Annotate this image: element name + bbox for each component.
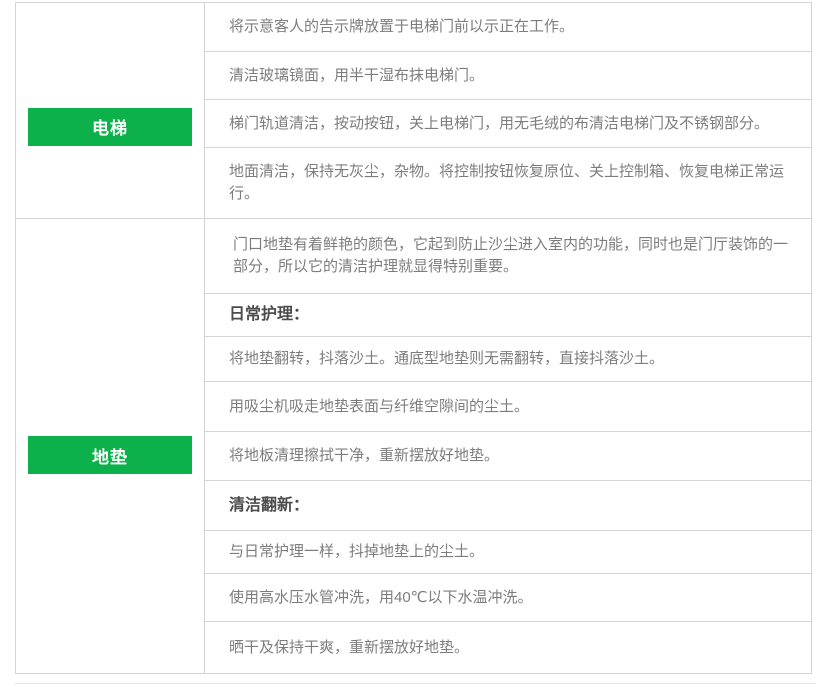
floor-mat-label-badge: 地垫 [28, 436, 192, 474]
subheading-text: 清洁翻新： [229, 495, 309, 517]
section-floor-mat: 地垫 门口地垫有着鲜艳的颜色，它起到防止沙尘进入室内的功能，同时也是门厅装饰的一… [16, 219, 811, 673]
step-text: 将地垫翻转，抖落沙土。通底型地垫则无需翻转，直接抖落沙土。 [229, 348, 664, 370]
elevator-steps: 将示意客人的告示牌放置于电梯门前以示正在工作。 清洁玻璃镜面，用半干湿布抹电梯门… [205, 3, 811, 218]
floor-mat-steps: 门口地垫有着鲜艳的颜色，它起到防止沙尘进入室内的功能，同时也是门厅装饰的一部分，… [205, 219, 811, 673]
step-row: 清洁玻璃镜面，用半干湿布抹电梯门。 [205, 52, 811, 100]
section-label-cell-elevator: 电梯 [16, 3, 205, 218]
step-text: 地面清洁，保持无灰尘，杂物。将控制按钮恢复原位、关上控制箱、恢复电梯正常运行。 [229, 161, 801, 205]
step-row: 使用高水压水管冲洗，用40℃以下水温冲洗。 [205, 574, 811, 622]
step-text: 门口地垫有着鲜艳的颜色，它起到防止沙尘进入室内的功能，同时也是门厅装饰的一部分，… [233, 234, 801, 278]
step-text: 晒干及保持干爽，重新摆放好地垫。 [229, 637, 469, 659]
step-text: 清洁玻璃镜面，用半干湿布抹电梯门。 [229, 65, 484, 87]
section-label-cell-floor-mat: 地垫 [16, 219, 205, 673]
subheading-text: 日常护理： [229, 304, 309, 326]
section-elevator: 电梯 将示意客人的告示牌放置于电梯门前以示正在工作。 清洁玻璃镜面，用半干湿布抹… [16, 3, 811, 219]
step-text: 使用高水压水管冲洗，用40℃以下水温冲洗。 [229, 587, 533, 609]
step-text: 将示意客人的告示牌放置于电梯门前以示正在工作。 [229, 16, 574, 38]
next-section-top-rule [15, 683, 816, 684]
step-text: 梯门轨道清洁，按动按钮，关上电梯门，用无毛绒的布清洁电梯门及不锈钢部分。 [229, 113, 769, 135]
step-text: 与日常护理一样，抖掉地垫上的尘土。 [229, 541, 484, 563]
elevator-label-badge: 电梯 [28, 108, 192, 146]
step-row: 地面清洁，保持无灰尘，杂物。将控制按钮恢复原位、关上控制箱、恢复电梯正常运行。 [205, 148, 811, 218]
subheading-row-refresh-clean: 清洁翻新： [205, 481, 811, 531]
step-text: 用吸尘机吸走地垫表面与纤维空隙间的尘土。 [229, 396, 529, 418]
step-row: 晒干及保持干爽，重新摆放好地垫。 [205, 622, 811, 673]
step-row: 梯门轨道清洁，按动按钮，关上电梯门，用无毛绒的布清洁电梯门及不锈钢部分。 [205, 100, 811, 148]
intro-row: 门口地垫有着鲜艳的颜色，它起到防止沙尘进入室内的功能，同时也是门厅装饰的一部分，… [205, 219, 811, 294]
step-row: 用吸尘机吸走地垫表面与纤维空隙间的尘土。 [205, 382, 811, 432]
step-row: 与日常护理一样，抖掉地垫上的尘土。 [205, 531, 811, 574]
step-row: 将地垫翻转，抖落沙土。通底型地垫则无需翻转，直接抖落沙土。 [205, 337, 811, 382]
step-text: 将地板清理擦拭干净，重新摆放好地垫。 [229, 445, 499, 467]
step-row: 将示意客人的告示牌放置于电梯门前以示正在工作。 [205, 3, 811, 52]
cleaning-procedures-table: 电梯 将示意客人的告示牌放置于电梯门前以示正在工作。 清洁玻璃镜面，用半干湿布抹… [15, 2, 812, 674]
subheading-row-daily-care: 日常护理： [205, 294, 811, 337]
step-row: 将地板清理擦拭干净，重新摆放好地垫。 [205, 432, 811, 481]
